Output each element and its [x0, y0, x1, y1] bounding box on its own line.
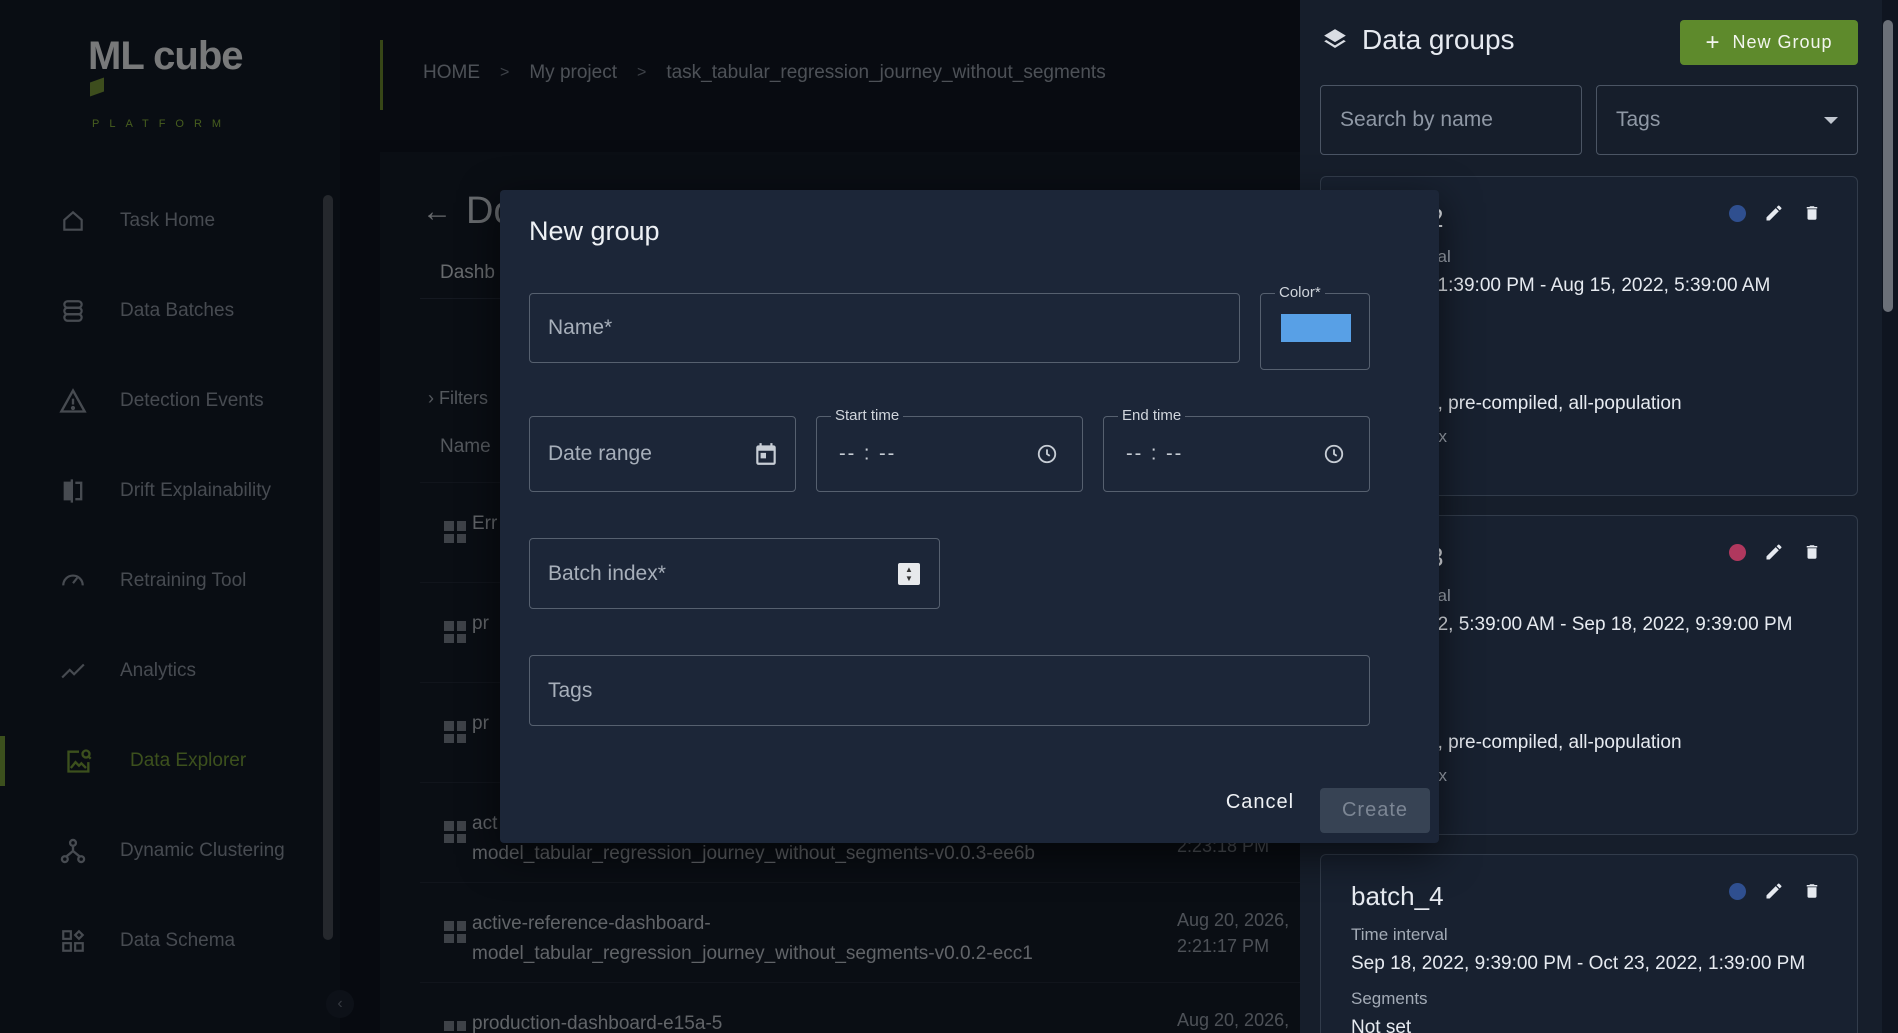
- end-time-value: -- : --: [1126, 442, 1184, 465]
- edit-icon[interactable]: [1764, 881, 1784, 901]
- group-color-dot: [1729, 543, 1746, 561]
- search-placeholder: Search by name: [1340, 108, 1493, 131]
- start-time-field[interactable]: Start time -- : --: [816, 407, 1083, 492]
- end-time-field[interactable]: End time -- : --: [1103, 407, 1370, 492]
- start-time-value: -- : --: [839, 442, 897, 465]
- plus-icon: +: [1705, 28, 1721, 56]
- group-segments-label: Segments: [1351, 989, 1428, 1008]
- panel-title: Data groups: [1362, 24, 1515, 55]
- group-segments-value: n, pre-compiled, all-population: [1427, 393, 1682, 414]
- date-range-field[interactable]: Date range: [529, 416, 796, 492]
- trash-icon[interactable]: [1802, 881, 1822, 901]
- calendar-icon[interactable]: [753, 441, 779, 467]
- color-picker[interactable]: Color*: [1260, 284, 1370, 370]
- group-time-value: 22, 5:39:00 AM - Sep 18, 2022, 9:39:00 P…: [1427, 614, 1793, 635]
- layers-icon: [1322, 27, 1348, 53]
- cancel-button[interactable]: Cancel: [1215, 782, 1305, 822]
- end-time-label: End time: [1118, 407, 1186, 424]
- batch-index-field[interactable]: Batch index* ▲ ▼: [529, 538, 940, 609]
- group-time-label: Time interval: [1351, 925, 1448, 944]
- clock-icon[interactable]: [1036, 443, 1058, 465]
- group-color-dot: [1729, 882, 1746, 900]
- group-name: batch_4: [1351, 881, 1444, 911]
- edit-icon[interactable]: [1764, 542, 1784, 562]
- group-segments-value: n, pre-compiled, all-population: [1427, 732, 1682, 753]
- batch-index-placeholder: Batch index*: [548, 561, 666, 585]
- create-button[interactable]: Create: [1320, 788, 1430, 833]
- new-group-button[interactable]: + New Group: [1680, 20, 1858, 65]
- group-time-value: , 1:39:00 PM - Aug 15, 2022, 5:39:00 AM: [1427, 275, 1771, 296]
- group-actions: [1729, 542, 1822, 562]
- date-range-placeholder: Date range: [548, 442, 652, 465]
- new-group-dialog: New group Name* Color* Date range Start …: [500, 190, 1439, 843]
- group-segments-value: Not set: [1351, 1017, 1412, 1033]
- name-placeholder: Name*: [548, 316, 613, 339]
- tags-select-placeholder: Tags: [1616, 108, 1661, 131]
- group-color-dot: [1729, 204, 1746, 222]
- new-group-label: New Group: [1732, 32, 1833, 52]
- group-actions: [1729, 881, 1822, 901]
- color-label: Color*: [1275, 284, 1325, 301]
- start-time-label: Start time: [831, 407, 904, 424]
- panel-header: Data groups: [1322, 24, 1515, 56]
- group-actions: [1729, 203, 1822, 223]
- panel-scrollbar[interactable]: [1883, 20, 1893, 312]
- clock-icon[interactable]: [1323, 443, 1345, 465]
- number-stepper-icon[interactable]: ▲ ▼: [898, 562, 920, 585]
- color-swatch[interactable]: [1281, 314, 1351, 342]
- trash-icon[interactable]: [1802, 203, 1822, 223]
- tags-placeholder: Tags: [548, 678, 593, 702]
- dropdown-caret-icon: [1824, 116, 1838, 124]
- tags-field[interactable]: Tags: [529, 655, 1370, 726]
- trash-icon[interactable]: [1802, 542, 1822, 562]
- search-input[interactable]: Search by name: [1320, 85, 1582, 155]
- edit-icon[interactable]: [1764, 203, 1784, 223]
- group-card: batch_4 Time interval Sep 18, 2022, 9:39…: [1320, 854, 1858, 1033]
- name-field[interactable]: Name*: [529, 293, 1240, 363]
- dialog-title: New group: [529, 216, 660, 246]
- tags-select[interactable]: Tags: [1596, 85, 1858, 155]
- group-time-value: Sep 18, 2022, 9:39:00 PM - Oct 23, 2022,…: [1351, 953, 1806, 974]
